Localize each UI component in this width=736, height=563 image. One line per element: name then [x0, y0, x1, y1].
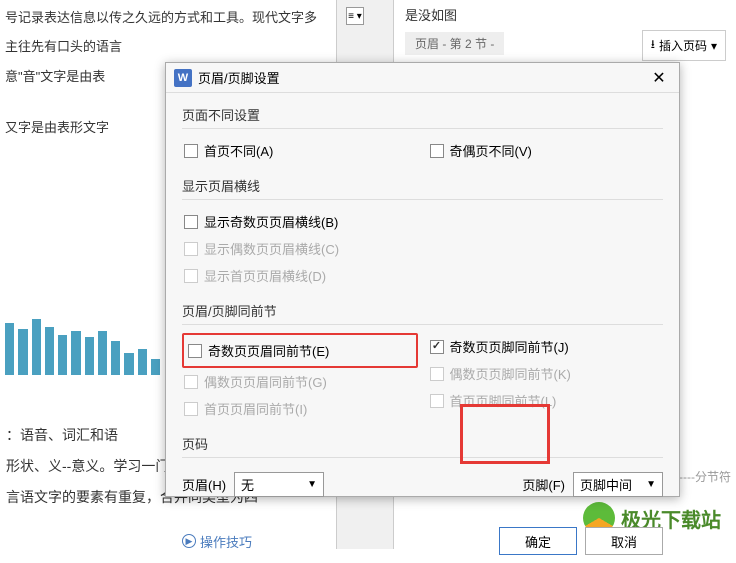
checkbox-icon [430, 367, 444, 381]
checkbox-first-footer-same: 首页页脚同前节(L) [428, 387, 664, 414]
select-value: 页脚中间 [580, 475, 632, 494]
checkbox-label: 奇数页页眉同前节(E) [208, 341, 329, 360]
footer-pn-select[interactable]: 页脚中间 ▼ [573, 472, 663, 497]
play-icon: ▶ [182, 534, 196, 548]
highlight-odd-header-same: 奇数页页眉同前节(E) [182, 333, 418, 368]
close-button[interactable]: ✕ [647, 66, 671, 90]
ok-button[interactable]: 确定 [499, 527, 577, 555]
checkbox-icon [430, 144, 444, 158]
section-same-as-previous: 页眉/页脚同前节 奇数页页眉同前节(E) 偶数页页眉同前节(G) [182, 297, 663, 422]
checkbox-icon [430, 340, 444, 354]
header-section-tag[interactable]: 页眉 - 第 2 节 - [405, 32, 504, 55]
tips-label: 操作技巧 [200, 532, 252, 551]
checkbox-first-header-line: 显示首页页眉横线(D) [182, 262, 663, 289]
app-icon: W [174, 69, 192, 87]
checkbox-label: 首页页脚同前节(L) [450, 391, 557, 410]
footer-pn-label: 页脚(F) [522, 475, 565, 494]
insert-page-number-button[interactable]: ⭳ 插入页码 ▾ [642, 30, 726, 61]
checkbox-first-page-different[interactable]: 首页不同(A) [182, 137, 418, 164]
header-footer-settings-dialog: W 页眉/页脚设置 ✕ 页面不同设置 首页不同(A) 奇偶页不同(V) [165, 62, 680, 497]
checkbox-first-header-same: 首页页眉同前节(I) [182, 395, 418, 422]
checkbox-even-footer-same: 偶数页页脚同前节(K) [428, 360, 664, 387]
checkbox-icon [184, 402, 198, 416]
doc-text: 是没如图 [405, 5, 504, 24]
checkbox-odd-header-same[interactable]: 奇数页页眉同前节(E) [186, 337, 414, 364]
checkbox-label: 首页页眉同前节(I) [204, 399, 307, 418]
header-pn-select[interactable]: 无 ▼ [234, 472, 324, 497]
dialog-footer: ▶ 操作技巧 确定 取消 [166, 519, 679, 563]
bar-chart [5, 295, 160, 375]
dialog-body: 页面不同设置 首页不同(A) 奇偶页不同(V) 显示页眉横线 [166, 93, 679, 519]
document-background-right: 是没如图 页眉 - 第 2 节 - [395, 0, 514, 60]
checkbox-icon [184, 375, 198, 389]
checkbox-label: 偶数页页脚同前节(K) [450, 364, 571, 383]
checkbox-icon [184, 242, 198, 256]
doc-text: 号记录表达信息以传之久远的方式和工具。现代文字多 [5, 6, 375, 29]
section-title: 显示页眉横线 [182, 172, 663, 200]
section-page-number: 页码 页眉(H) 无 ▼ 页脚(F) 页脚中间 ▼ [182, 430, 663, 503]
checkbox-even-header-same: 偶数页页眉同前节(G) [182, 368, 418, 395]
checkbox-label: 奇数页页脚同前节(J) [450, 337, 569, 356]
header-pn-label: 页眉(H) [182, 475, 226, 494]
checkbox-icon [184, 215, 198, 229]
section-break-label: ------分节符 [671, 468, 731, 485]
section-header-line: 显示页眉横线 显示奇数页页眉横线(B) 显示偶数页页眉横线(C) 显示首页页眉横… [182, 172, 663, 289]
checkbox-label: 偶数页页眉同前节(G) [204, 372, 327, 391]
checkbox-label: 显示首页页眉横线(D) [204, 266, 326, 285]
doc-text: 主往先有口头的语言 [5, 35, 375, 58]
tips-link[interactable]: ▶ 操作技巧 [182, 532, 252, 551]
dropdown-arrow-icon: ▾ [711, 39, 717, 53]
section-page-different: 页面不同设置 首页不同(A) 奇偶页不同(V) [182, 101, 663, 164]
chevron-down-icon: ▼ [646, 479, 656, 490]
checkbox-label: 首页不同(A) [204, 141, 273, 160]
chevron-down-icon: ▼ [307, 479, 317, 490]
dialog-titlebar[interactable]: W 页眉/页脚设置 ✕ [166, 63, 679, 93]
checkbox-label: 奇偶页不同(V) [450, 141, 532, 160]
checkbox-icon [430, 394, 444, 408]
checkbox-icon [184, 269, 198, 283]
checkbox-odd-header-line[interactable]: 显示奇数页页眉横线(B) [182, 208, 663, 235]
insert-page-number-label: 插入页码 [659, 37, 707, 54]
checkbox-label: 显示奇数页页眉横线(B) [204, 212, 338, 231]
cancel-button[interactable]: 取消 [585, 527, 663, 555]
checkbox-icon [188, 344, 202, 358]
page-number-icon: ⭳ [651, 35, 655, 56]
dialog-title: 页眉/页脚设置 [198, 68, 647, 87]
checkbox-even-header-line: 显示偶数页页眉横线(C) [182, 235, 663, 262]
checkbox-label: 显示偶数页页眉横线(C) [204, 239, 339, 258]
checkbox-odd-footer-same[interactable]: 奇数页页脚同前节(J) [428, 333, 664, 360]
checkbox-icon [184, 144, 198, 158]
section-title: 页眉/页脚同前节 [182, 297, 663, 325]
section-title: 页面不同设置 [182, 101, 663, 129]
checkbox-odd-even-different[interactable]: 奇偶页不同(V) [428, 137, 664, 164]
section-title: 页码 [182, 430, 663, 458]
select-value: 无 [241, 475, 254, 494]
